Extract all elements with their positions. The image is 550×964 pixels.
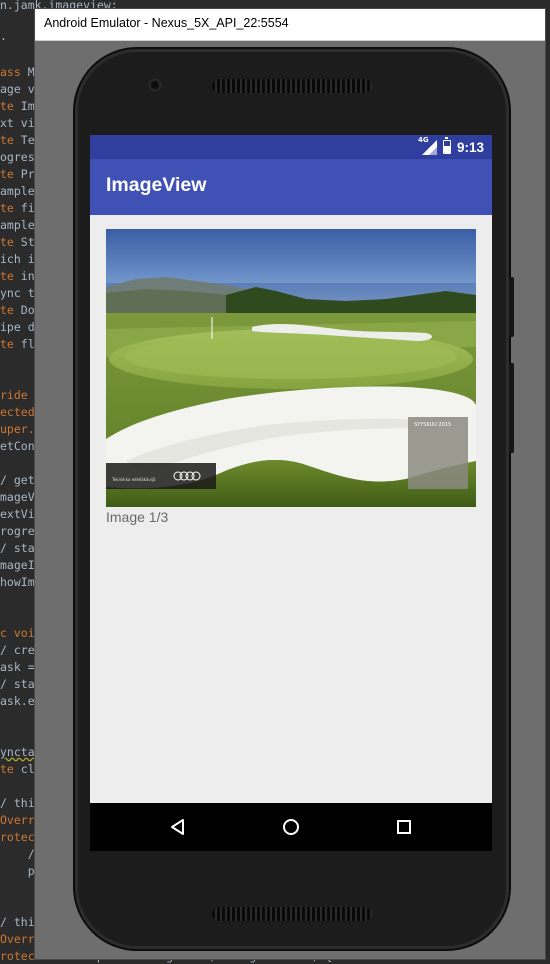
code-line: age v: [0, 82, 35, 96]
code-line: ich i: [0, 252, 35, 266]
code-line: / sta: [0, 677, 35, 691]
code-line: rogre: [0, 524, 35, 538]
back-button[interactable]: [158, 811, 198, 843]
nav-bar: [90, 803, 492, 851]
code-line: ask =: [0, 660, 35, 674]
content-area: SYYSKUU 2015 Tekniikka edelläkävijä Imag…: [90, 215, 492, 803]
recents-button[interactable]: [384, 811, 424, 843]
code-line: ample: [0, 218, 35, 232]
code-line: te Im: [0, 99, 35, 113]
code-line: / cre: [0, 643, 35, 657]
code-line: te fl: [0, 337, 35, 351]
code-line: yncta: [0, 745, 35, 759]
code-line: te Do: [0, 303, 35, 317]
code-line: ync t: [0, 286, 35, 300]
code-line: extVi: [0, 507, 35, 521]
code-line: te Te: [0, 133, 35, 147]
code-line: / sta: [0, 541, 35, 555]
recents-square-icon: [397, 820, 411, 834]
code-line: te cl: [0, 762, 35, 776]
code-line: rotec: [0, 830, 35, 844]
image-caption: Image 1/3: [106, 509, 169, 525]
app-bar: ImageView: [90, 159, 492, 215]
code-line: / thi: [0, 915, 35, 929]
code-line: ipe d: [0, 320, 35, 334]
home-circle-icon: [283, 819, 299, 835]
code-line: mageI: [0, 558, 35, 572]
ad-banner: Tekniikka edelläkävijä: [106, 463, 216, 489]
battery-icon: [442, 137, 451, 154]
device-screen: 4G 9:13 ImageView SYYSKUU 2015 Tekniikka…: [90, 135, 492, 851]
phone-frame: 4G 9:13 ImageView SYYSKUU 2015 Tekniikka…: [75, 49, 514, 949]
top-speaker: [212, 79, 372, 93]
status-bar: 4G 9:13: [90, 135, 492, 159]
signal-icon: 4G: [418, 136, 437, 155]
calendar-overlay: SYYSKUU 2015: [408, 417, 468, 489]
code-line: te St: [0, 235, 35, 249]
code-line: ogres: [0, 150, 35, 164]
status-clock: 9:13: [456, 139, 484, 155]
emulator-titlebar[interactable]: Android Emulator - Nexus_5X_API_22:5554: [35, 9, 545, 41]
code-line: / get: [0, 473, 35, 487]
app-title: ImageView: [106, 174, 207, 196]
code-line: te Pr: [0, 167, 35, 181]
code-line: / thi: [0, 796, 35, 810]
code-line: uper.: [0, 422, 35, 436]
svg-text:SYYSKUU 2015: SYYSKUU 2015: [414, 422, 451, 428]
code-line: te in: [0, 269, 35, 283]
volume-button[interactable]: [509, 363, 514, 453]
code-line: ample: [0, 184, 35, 198]
code-line: .: [0, 29, 7, 43]
home-button[interactable]: [271, 811, 311, 843]
emulator-title: Android Emulator - Nexus_5X_API_22:5554: [44, 16, 289, 30]
back-triangle-icon: [171, 819, 184, 835]
code-line: ass M: [0, 65, 35, 79]
code-line: xt vi: [0, 116, 35, 130]
golf-course-image: SYYSKUU 2015 Tekniikka edelläkävijä: [106, 229, 476, 507]
code-line: c voi: [0, 626, 35, 640]
emulator-window: Android Emulator - Nexus_5X_API_22:5554 …: [34, 8, 546, 960]
code-line: ected: [0, 405, 35, 419]
code-line: ask.e: [0, 694, 35, 708]
code-line: etCon: [0, 439, 35, 453]
svg-text:Tekniikka edelläkävijä: Tekniikka edelläkävijä: [111, 477, 156, 482]
front-camera: [148, 78, 162, 92]
code-line: mageV: [0, 490, 35, 504]
code-line: ride: [0, 388, 28, 402]
code-line: Overr: [0, 932, 35, 946]
bottom-speaker: [212, 907, 372, 921]
code-line: howIm: [0, 575, 35, 589]
code-line: te fi: [0, 201, 35, 215]
power-button[interactable]: [509, 277, 514, 337]
image-view[interactable]: SYYSKUU 2015 Tekniikka edelläkävijä: [106, 229, 476, 507]
code-line: Overr: [0, 813, 35, 827]
